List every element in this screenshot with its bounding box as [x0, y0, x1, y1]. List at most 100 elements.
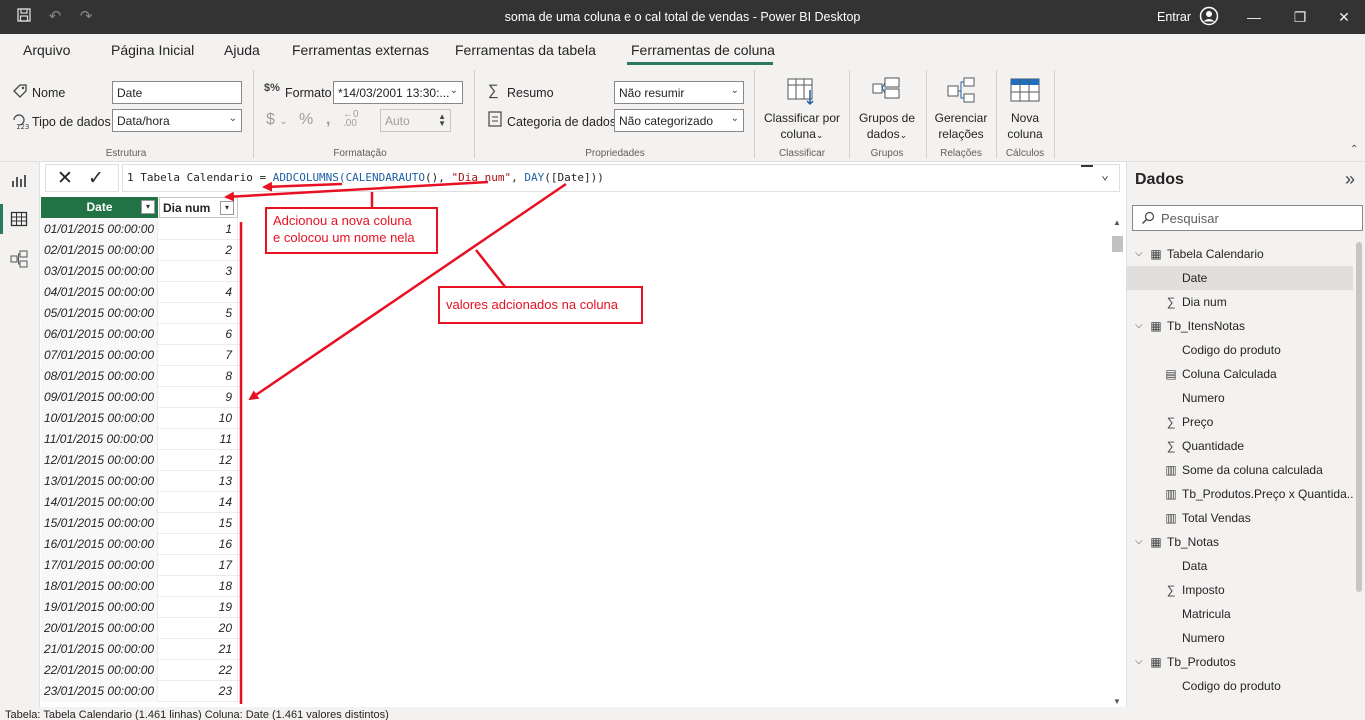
- cell-dia-num[interactable]: 6: [159, 324, 238, 345]
- collapse-ribbon-icon[interactable]: ⌃: [1350, 144, 1358, 155]
- column-header-date[interactable]: Date ▾: [41, 197, 158, 218]
- cell-date[interactable]: 03/01/2015 00:00:00: [41, 261, 158, 282]
- tree-table-node[interactable]: ⌵ ▦ Tabela Calendario: [1127, 242, 1353, 266]
- cell-dia-num[interactable]: 9: [159, 387, 238, 408]
- cell-dia-num[interactable]: 21: [159, 639, 238, 660]
- cell-date[interactable]: 04/01/2015 00:00:00: [41, 282, 158, 303]
- cell-date[interactable]: 05/01/2015 00:00:00: [41, 303, 158, 324]
- cell-date[interactable]: 16/01/2015 00:00:00: [41, 534, 158, 555]
- cell-dia-num[interactable]: 3: [159, 261, 238, 282]
- cell-dia-num[interactable]: 18: [159, 576, 238, 597]
- formula-editor[interactable]: 1 Tabela Calendario = ADDCOLUMNS(CALENDA…: [122, 164, 1120, 192]
- cell-date[interactable]: 19/01/2015 00:00:00: [41, 597, 158, 618]
- tree-field-node[interactable]: ▥ Some da coluna calculada: [1127, 458, 1353, 482]
- cell-dia-num[interactable]: 19: [159, 597, 238, 618]
- cell-date[interactable]: 08/01/2015 00:00:00: [41, 366, 158, 387]
- percent-icon[interactable]: %: [299, 111, 313, 129]
- chevron-down-icon[interactable]: ⌵: [1135, 530, 1143, 554]
- tree-field-node[interactable]: Numero: [1127, 386, 1353, 410]
- cell-dia-num[interactable]: 20: [159, 618, 238, 639]
- tree-table-node[interactable]: ⌵ ▦ Tb_Notas: [1127, 530, 1353, 554]
- minimize-button[interactable]: —: [1240, 7, 1268, 27]
- cell-dia-num[interactable]: 10: [159, 408, 238, 429]
- cell-date[interactable]: 06/01/2015 00:00:00: [41, 324, 158, 345]
- cell-date[interactable]: 15/01/2015 00:00:00: [41, 513, 158, 534]
- chevron-down-icon[interactable]: ⌵: [1135, 650, 1143, 674]
- restore-button[interactable]: ❐: [1286, 7, 1314, 27]
- grid-vertical-scrollbar[interactable]: ▲ ▼: [1110, 218, 1125, 706]
- cell-date[interactable]: 23/01/2015 00:00:00: [41, 681, 158, 702]
- tree-field-node[interactable]: ∑ Dia num: [1127, 290, 1353, 314]
- tree-field-node[interactable]: Codigo do produto: [1127, 674, 1353, 698]
- column-name-input[interactable]: Date: [112, 81, 242, 104]
- report-view-icon[interactable]: [10, 172, 30, 192]
- cell-dia-num[interactable]: 7: [159, 345, 238, 366]
- data-category-select[interactable]: Não categorizado ⌄: [614, 109, 744, 132]
- tree-field-node[interactable]: Matricula: [1127, 602, 1353, 626]
- tree-table-node[interactable]: ⌵ ▦ Tb_Produtos: [1127, 650, 1353, 674]
- scroll-up-icon[interactable]: ▲: [1113, 218, 1121, 227]
- cell-date[interactable]: 10/01/2015 00:00:00: [41, 408, 158, 429]
- column-header-dia-num[interactable]: Dia num ▾: [159, 197, 238, 218]
- tab-ferramentas-externas[interactable]: Ferramentas externas: [292, 42, 429, 58]
- tree-field-node[interactable]: ∑ Imposto: [1127, 578, 1353, 602]
- tab-arquivo[interactable]: Arquivo: [23, 42, 70, 58]
- cell-date[interactable]: 11/01/2015 00:00:00: [41, 429, 158, 450]
- cell-dia-num[interactable]: 1: [159, 219, 238, 240]
- pane-scrollbar[interactable]: [1354, 242, 1364, 702]
- collapse-pane-icon[interactable]: »: [1345, 169, 1355, 190]
- account-icon[interactable]: [1199, 6, 1219, 26]
- cell-date[interactable]: 14/01/2015 00:00:00: [41, 492, 158, 513]
- tab-ferramentas-de-coluna[interactable]: Ferramentas de coluna: [631, 42, 775, 58]
- cell-date[interactable]: 18/01/2015 00:00:00: [41, 576, 158, 597]
- tree-field-node[interactable]: Numero: [1127, 626, 1353, 650]
- tree-field-node[interactable]: ▥ Total Vendas: [1127, 506, 1353, 530]
- model-view-icon[interactable]: [10, 250, 30, 270]
- decimal-places-input[interactable]: Auto ▲ ▼: [380, 109, 451, 132]
- cell-dia-num[interactable]: 13: [159, 471, 238, 492]
- data-type-select[interactable]: Data/hora ⌄: [112, 109, 242, 132]
- format-select[interactable]: *14/03/2001 13:30:... ⌄: [333, 81, 463, 104]
- cell-date[interactable]: 13/01/2015 00:00:00: [41, 471, 158, 492]
- cell-dia-num[interactable]: 15: [159, 513, 238, 534]
- cell-dia-num[interactable]: 23: [159, 681, 238, 702]
- scroll-thumb[interactable]: [1112, 236, 1123, 252]
- table-view-icon[interactable]: [10, 210, 30, 230]
- commit-formula-icon[interactable]: ✓: [88, 167, 104, 190]
- tab-ajuda[interactable]: Ajuda: [224, 42, 260, 58]
- pane-scroll-thumb[interactable]: [1356, 242, 1362, 592]
- cell-date[interactable]: 22/01/2015 00:00:00: [41, 660, 158, 681]
- tree-field-node[interactable]: ▤ Coluna Calculada: [1127, 362, 1353, 386]
- cell-date[interactable]: 17/01/2015 00:00:00: [41, 555, 158, 576]
- cell-dia-num[interactable]: 8: [159, 366, 238, 387]
- tab-pagina-inicial[interactable]: Página Inicial: [111, 42, 194, 58]
- cell-date[interactable]: 07/01/2015 00:00:00: [41, 345, 158, 366]
- tree-field-node[interactable]: ▥ Tb_Produtos.Preço x Quantida...: [1127, 482, 1353, 506]
- cell-date[interactable]: 01/01/2015 00:00:00: [41, 219, 158, 240]
- cell-dia-num[interactable]: 11: [159, 429, 238, 450]
- sign-in-link[interactable]: Entrar: [1157, 10, 1191, 24]
- cell-dia-num[interactable]: 16: [159, 534, 238, 555]
- cell-dia-num[interactable]: 17: [159, 555, 238, 576]
- expand-formula-icon[interactable]: ⌄: [1101, 168, 1109, 183]
- cell-dia-num[interactable]: 2: [159, 240, 238, 261]
- tree-field-node[interactable]: ∑ Preço: [1127, 410, 1353, 434]
- tree-field-node[interactable]: Data: [1127, 554, 1353, 578]
- tree-field-node[interactable]: Codigo do produto: [1127, 338, 1353, 362]
- decimal-places-icon[interactable]: ←0.00: [343, 110, 359, 129]
- chevron-down-icon[interactable]: ⌵: [1135, 242, 1143, 266]
- search-input[interactable]: Pesquisar: [1132, 205, 1363, 231]
- cell-date[interactable]: 12/01/2015 00:00:00: [41, 450, 158, 471]
- cell-dia-num[interactable]: 5: [159, 303, 238, 324]
- tree-field-node[interactable]: Date: [1127, 266, 1353, 290]
- filter-dropdown-icon[interactable]: ▾: [141, 200, 155, 214]
- filter-dropdown-icon[interactable]: ▾: [220, 201, 234, 215]
- chevron-down-icon[interactable]: ⌵: [1135, 314, 1143, 338]
- cell-dia-num[interactable]: 22: [159, 660, 238, 681]
- cell-dia-num[interactable]: 14: [159, 492, 238, 513]
- cell-date[interactable]: 21/01/2015 00:00:00: [41, 639, 158, 660]
- currency-icon[interactable]: $ ⌄: [266, 111, 288, 129]
- close-button[interactable]: ✕: [1330, 7, 1358, 27]
- cell-dia-num[interactable]: 4: [159, 282, 238, 303]
- cell-date[interactable]: 02/01/2015 00:00:00: [41, 240, 158, 261]
